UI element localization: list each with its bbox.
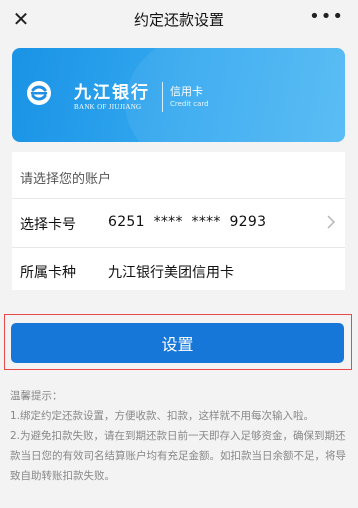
- card-type-value: 九江银行美团信用卡: [108, 265, 234, 281]
- tips-item: 1.绑定约定还款设置，方便收款、扣款，这样就不用每次输入啦。: [10, 410, 315, 422]
- card-type-label: 所属卡种: [20, 265, 76, 281]
- divider: [12, 247, 345, 248]
- tips-title: 温馨提示：: [10, 390, 63, 402]
- logo-divider: [162, 82, 163, 112]
- account-panel: 请选择您的账户 选择卡号 6251 **** **** 9293 所属卡种 九江…: [12, 152, 345, 290]
- product-name-en: Credit card: [170, 100, 209, 108]
- card-number-label: 选择卡号: [20, 217, 76, 233]
- credit-card-banner: 九江银行 BANK OF JIUJIANG 信用卡 Credit card: [12, 48, 345, 142]
- product-name-cn: 信用卡: [170, 85, 203, 98]
- chevron-right-icon[interactable]: [325, 214, 337, 230]
- top-bar: ✕ 约定还款设置 •••: [0, 0, 358, 38]
- set-button[interactable]: 设置: [11, 323, 344, 363]
- close-icon[interactable]: ✕: [10, 8, 32, 30]
- tips-item: 2.为避免扣款失败，请在到期还款日前一天即存入足够资金，确保到期还款当日您的有效…: [10, 430, 346, 482]
- tips-section: 温馨提示： 1.绑定约定还款设置，方便收款、扣款，这样就不用每次输入啦。 2.为…: [10, 386, 350, 486]
- card-number-value[interactable]: 6251 **** **** 9293: [108, 214, 266, 230]
- account-heading: 请选择您的账户: [20, 172, 112, 187]
- page-title: 约定还款设置: [133, 10, 224, 29]
- divider: [12, 198, 345, 199]
- bank-name-cn: 九江银行: [74, 83, 150, 103]
- bank-logo-icon: [27, 81, 51, 105]
- bank-name-en: BANK OF JIUJIANG: [74, 103, 142, 111]
- more-icon[interactable]: •••: [309, 8, 344, 30]
- set-button-highlight: 设置: [4, 314, 352, 370]
- card-decoration: [125, 48, 345, 142]
